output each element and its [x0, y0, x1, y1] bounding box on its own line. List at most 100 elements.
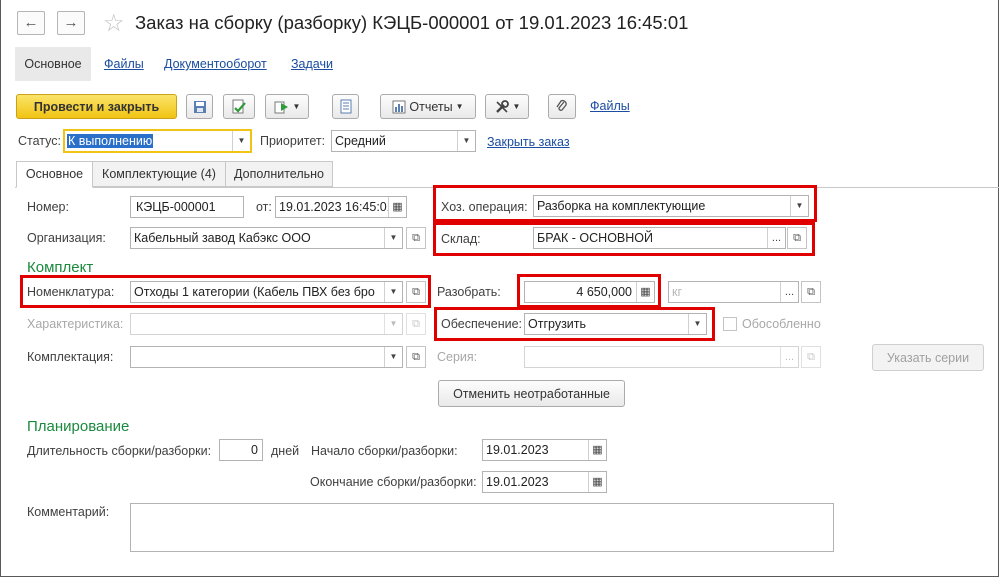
more-icon[interactable]: ... [767, 228, 785, 248]
priority-label: Приоритет: [260, 134, 326, 148]
save-button[interactable] [186, 94, 213, 119]
warehouse-label: Склад: [441, 232, 481, 246]
document-journal-button[interactable] [332, 94, 359, 119]
report-icon [392, 100, 406, 113]
reports-button[interactable]: Отчеты ▼ [380, 94, 476, 119]
calculator-icon[interactable]: ▦ [636, 282, 654, 302]
warehouse-value: БРАК - ОСНОВНОЙ [537, 231, 654, 245]
post-button[interactable] [223, 94, 255, 119]
cancel-unprocessed-button[interactable]: Отменить неотработанные [438, 380, 625, 407]
section-tab-workflow[interactable]: Документооборот [164, 47, 267, 81]
chevron-down-icon[interactable]: ▼ [232, 131, 250, 151]
series-select: ... [524, 346, 799, 368]
unit-select[interactable]: кг ... [668, 281, 799, 303]
start-date-field[interactable]: 19.01.2023 ▦ [482, 439, 607, 461]
more-actions-button[interactable]: ▼ [485, 94, 529, 119]
status-label: Статус: [18, 134, 61, 148]
characteristic-label: Характеристика: [27, 317, 124, 331]
page-title: Заказ на сборку (разборку) КЭЦБ-000001 о… [135, 12, 689, 33]
provision-value: Отгрузить [528, 317, 587, 331]
open-nomenclature-icon[interactable]: ⧉ [406, 281, 426, 303]
number-label: Номер: [27, 200, 69, 214]
chevron-down-icon[interactable]: ▼ [457, 131, 475, 151]
section-tab-tasks[interactable]: Задачи [291, 47, 333, 81]
close-order-link[interactable]: Закрыть заказ [487, 135, 570, 149]
duration-label: Длительность сборки/разборки: [27, 444, 212, 458]
reports-label: Отчеты [409, 99, 453, 114]
favorite-star-icon[interactable]: ☆ [103, 9, 125, 38]
date-value: 19.01.2023 16:45:01 [279, 200, 394, 214]
create-based-icon [274, 101, 288, 113]
section-tab-files[interactable]: Файлы [104, 47, 144, 81]
post-and-close-button[interactable]: Провести и закрыть [16, 94, 177, 119]
priority-select[interactable]: Средний ▼ [331, 130, 476, 152]
kit-header: Комплект [27, 259, 94, 276]
operation-select[interactable]: Разборка на комплектующие ▼ [533, 195, 809, 217]
operation-value: Разборка на комплектующие [537, 199, 706, 213]
tab-components[interactable]: Комплектующие (4) [92, 161, 226, 187]
open-unit-icon[interactable]: ⧉ [801, 281, 821, 303]
post-document-icon [232, 99, 246, 113]
planning-header: Планирование [27, 418, 130, 435]
kitting-label: Комплектация: [27, 350, 114, 364]
document-window: ← → ☆ Заказ на сборку (разборку) КЭЦБ-00… [0, 0, 999, 577]
date-field[interactable]: 19.01.2023 16:45:01 ▦ [275, 196, 407, 218]
calendar-icon[interactable]: ▦ [588, 440, 606, 460]
open-warehouse-icon[interactable]: ⧉ [787, 227, 807, 249]
floppy-disk-icon [193, 100, 206, 113]
status-select[interactable]: К выполнению ▼ [63, 129, 252, 153]
separately-checkbox[interactable] [723, 317, 737, 331]
forward-button[interactable]: → [57, 11, 85, 35]
chevron-down-icon[interactable]: ▼ [384, 282, 402, 302]
calendar-icon[interactable]: ▦ [388, 197, 406, 217]
separately-label: Обособленно [742, 317, 821, 331]
characteristic-select: ▼ [130, 313, 403, 335]
provision-select[interactable]: Отгрузить ▼ [524, 313, 707, 335]
tools-icon [495, 99, 509, 113]
provision-label: Обеспечение: [441, 317, 523, 331]
section-tab-main[interactable]: Основное [15, 47, 91, 81]
series-label: Серия: [437, 350, 478, 364]
more-icon[interactable]: ... [780, 282, 798, 302]
calendar-icon[interactable]: ▦ [588, 472, 606, 492]
files-link[interactable]: Файлы [590, 99, 630, 113]
warehouse-select[interactable]: БРАК - ОСНОВНОЙ ... [533, 227, 786, 249]
number-value: КЭЦБ-000001 [136, 200, 216, 214]
open-organization-icon[interactable]: ⧉ [406, 227, 426, 249]
chevron-down-icon[interactable]: ▼ [384, 347, 402, 367]
comment-textarea[interactable] [130, 503, 834, 552]
open-series-icon: ⧉ [801, 346, 821, 368]
more-icon: ... [780, 347, 798, 367]
chevron-down-icon: ▼ [384, 314, 402, 334]
chevron-down-icon: ▼ [455, 102, 464, 111]
operation-label: Хоз. операция: [441, 200, 528, 214]
organization-select[interactable]: Кабельный завод Кабэкс ООО ▼ [130, 227, 403, 249]
end-date-label: Окончание сборки/разборки: [310, 475, 477, 489]
date-label: от: [256, 200, 272, 214]
days-label: дней [271, 444, 300, 458]
quantity-value: 4 650,000 [576, 285, 632, 299]
back-button[interactable]: ← [17, 11, 45, 35]
kitting-select[interactable]: ▼ [130, 346, 403, 368]
arrow-left-icon: ← [23, 14, 39, 31]
comment-label: Комментарий: [27, 505, 110, 519]
specify-series-button: Указать серии [872, 344, 984, 371]
start-date-value: 19.01.2023 [486, 443, 549, 457]
chevron-down-icon: ▼ [292, 102, 301, 111]
number-field[interactable]: КЭЦБ-000001 [130, 196, 244, 218]
tab-main[interactable]: Основное [16, 161, 93, 188]
quantity-field[interactable]: 4 650,000 ▦ [524, 281, 655, 303]
list-document-icon [340, 99, 351, 114]
status-value: К выполнению [67, 134, 154, 148]
duration-field[interactable]: 0 [219, 439, 263, 461]
open-kitting-icon[interactable]: ⧉ [406, 346, 426, 368]
nomenclature-value: Отходы 1 категории (Кабель ПВХ без бро [134, 285, 375, 299]
nomenclature-select[interactable]: Отходы 1 категории (Кабель ПВХ без бро ▼ [130, 281, 403, 303]
end-date-field[interactable]: 19.01.2023 ▦ [482, 471, 607, 493]
attach-file-button[interactable] [548, 94, 576, 119]
chevron-down-icon[interactable]: ▼ [790, 196, 808, 216]
chevron-down-icon[interactable]: ▼ [688, 314, 706, 334]
chevron-down-icon[interactable]: ▼ [384, 228, 402, 248]
tab-additional[interactable]: Дополнительно [225, 161, 333, 187]
create-based-on-button[interactable]: ▼ [265, 94, 309, 119]
